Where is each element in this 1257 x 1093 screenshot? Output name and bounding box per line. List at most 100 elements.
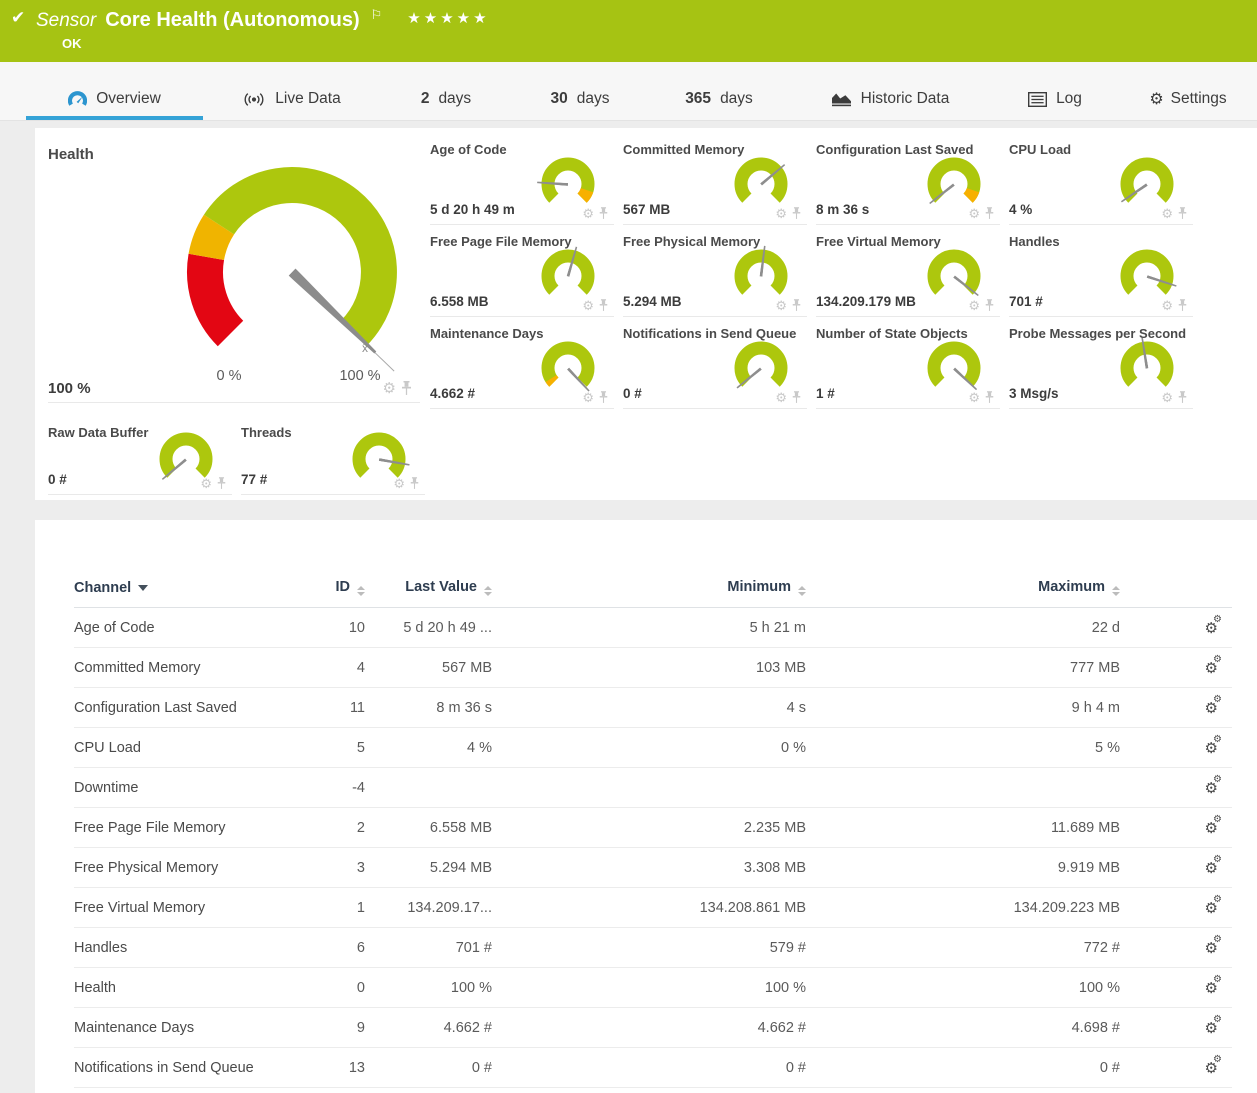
gear-icon[interactable]: ⚙ [1161,299,1173,312]
table-row: Free Physical Memory 3 5.294 MB 3.308 MB… [74,848,1232,888]
channel-id: 5 [330,740,365,756]
column-header-last-value[interactable]: Last Value [365,579,492,596]
channel-maximum: 772 # [806,940,1120,956]
tab-log[interactable]: Log [990,62,1120,120]
channel-settings-gears-icon[interactable]: ⚙⚙ [1198,939,1218,957]
table-row: Age of Code 10 5 d 20 h 49 ... 5 h 21 m … [74,608,1232,648]
gear-icon[interactable]: ⚙ [968,207,980,220]
pin-icon[interactable] [792,299,801,312]
column-header-minimum[interactable]: Minimum [492,579,806,596]
table-row: Notifications in Send Queue 13 0 # 0 # 0… [74,1048,1232,1088]
channel-id: 2 [330,820,365,836]
gauge-tile: Free Page File Memory 6.558 MB ⚙ [430,232,614,317]
gauge-value: 134.209.179 MB [816,294,916,309]
channel-last-value: 5.294 MB [365,860,492,876]
channel-settings-gears-icon[interactable]: ⚙⚙ [1198,979,1218,997]
channel-last-value: 567 MB [365,660,492,676]
channel-minimum: 579 # [492,940,806,956]
channel-minimum: 103 MB [492,660,806,676]
gauge-title: Raw Data Buffer [48,425,148,440]
channel-id: 9 [330,1020,365,1036]
column-header-id[interactable]: ID [330,579,365,596]
channel-settings-gears-icon[interactable]: ⚙⚙ [1198,659,1218,677]
gauge-value: 5.294 MB [623,294,682,309]
gear-icon[interactable]: ⚙ [1161,207,1173,220]
sensor-banner: ✔ Sensor Core Health (Autonomous) ⚐ ★★★★… [0,0,1257,62]
tab-live-data[interactable]: Live Data [203,62,380,120]
channel-settings-gears-icon[interactable]: ⚙⚙ [1198,699,1218,717]
channel-minimum: 0 # [492,1060,806,1076]
tab-settings[interactable]: ⚙ Settings [1120,62,1256,120]
gear-icon[interactable]: ⚙ [582,299,594,312]
gear-icon[interactable]: ⚙ [968,299,980,312]
gear-icon[interactable]: ⚙ [775,207,787,220]
pin-icon[interactable] [985,207,994,220]
gear-icon[interactable]: ⚙ [775,299,787,312]
pin-icon[interactable] [410,477,419,490]
pin-icon[interactable] [1178,299,1187,312]
gear-icon[interactable]: ⚙ [200,477,212,490]
channel-settings-gears-icon[interactable]: ⚙⚙ [1198,1019,1218,1037]
channel-name: Free Page File Memory [74,820,330,836]
gauge-tile: Free Physical Memory 5.294 MB ⚙ [623,232,807,317]
table-row: Health 0 100 % 100 % 100 % ⚙⚙ [74,968,1232,1008]
gear-icon[interactable]: ⚙ [582,391,594,404]
gauge-title: Maintenance Days [430,326,543,341]
channel-settings-gears-icon[interactable]: ⚙⚙ [1198,739,1218,757]
gear-icon[interactable]: ⚙ [775,391,787,404]
channel-settings-gears-icon[interactable]: ⚙⚙ [1198,1059,1218,1077]
pin-icon[interactable] [792,391,801,404]
table-row: Configuration Last Saved 11 8 m 36 s 4 s… [74,688,1232,728]
pin-icon[interactable] [1178,391,1187,404]
gear-icon[interactable]: ⚙ [582,207,594,220]
tab-2-days[interactable]: 2 days [380,62,512,120]
pin-icon[interactable] [1178,207,1187,220]
table-row: Maintenance Days 9 4.662 # 4.662 # 4.698… [74,1008,1232,1048]
tab-30-days[interactable]: 30 days [512,62,648,120]
channel-name: Notifications in Send Queue [74,1060,330,1076]
gear-icon[interactable]: ⚙ [383,381,396,396]
channel-last-value: 100 % [365,980,492,996]
gauge-tile: Raw Data Buffer 0 # ⚙ [48,423,232,495]
column-header-channel[interactable]: Channel [74,580,330,596]
channel-minimum: 2.235 MB [492,820,806,836]
channel-maximum: 777 MB [806,660,1120,676]
status-ok-check-icon: ✔ [11,8,25,28]
channel-settings-gears-icon[interactable]: ⚙⚙ [1198,859,1218,877]
tab-overview[interactable]: Overview [26,62,203,120]
pin-icon[interactable] [401,381,412,396]
gear-icon[interactable]: ⚙ [968,391,980,404]
pin-icon[interactable] [985,391,994,404]
channel-maximum: 9 h 4 m [806,700,1120,716]
tab-historic-data[interactable]: Historic Data [790,62,990,120]
health-gauge-arc [177,166,407,358]
pin-icon[interactable] [792,207,801,220]
channel-settings-gears-icon[interactable]: ⚙⚙ [1198,619,1218,637]
table-row: Free Virtual Memory 1 134.209.17... 134.… [74,888,1232,928]
gauge-value: 5 d 20 h 49 m [430,202,515,217]
pin-icon[interactable] [599,207,608,220]
channel-settings-gears-icon[interactable]: ⚙⚙ [1198,779,1218,797]
gauge-title: Configuration Last Saved [816,142,973,157]
pin-icon[interactable] [599,299,608,312]
gear-icon[interactable]: ⚙ [1161,391,1173,404]
tab-bar: Overview Live Data 2 days 30 days 365 da… [0,62,1257,121]
flag-icon[interactable]: ⚐ [371,7,383,23]
column-header-maximum[interactable]: Maximum [806,579,1120,596]
pin-icon[interactable] [985,299,994,312]
pin-icon[interactable] [217,477,226,490]
object-kind-label: Sensor [36,10,96,32]
tab-365-days[interactable]: 365 days [648,62,790,120]
table-row: CPU Load 5 4 % 0 % 5 % ⚙⚙ [74,728,1232,768]
channel-last-value: 701 # [365,940,492,956]
gauge-tile: Number of State Objects 1 # ⚙ [816,324,1000,409]
channel-settings-gears-icon[interactable]: ⚙⚙ [1198,899,1218,917]
channel-settings-gears-icon[interactable]: ⚙⚙ [1198,819,1218,837]
channel-maximum: 22 d [806,620,1120,636]
channel-maximum: 5 % [806,740,1120,756]
gear-icon[interactable]: ⚙ [393,477,405,490]
priority-stars[interactable]: ★★★★★ [407,9,489,27]
tab-label: Overview [96,90,161,108]
tab-label: days [438,90,471,108]
pin-icon[interactable] [599,391,608,404]
